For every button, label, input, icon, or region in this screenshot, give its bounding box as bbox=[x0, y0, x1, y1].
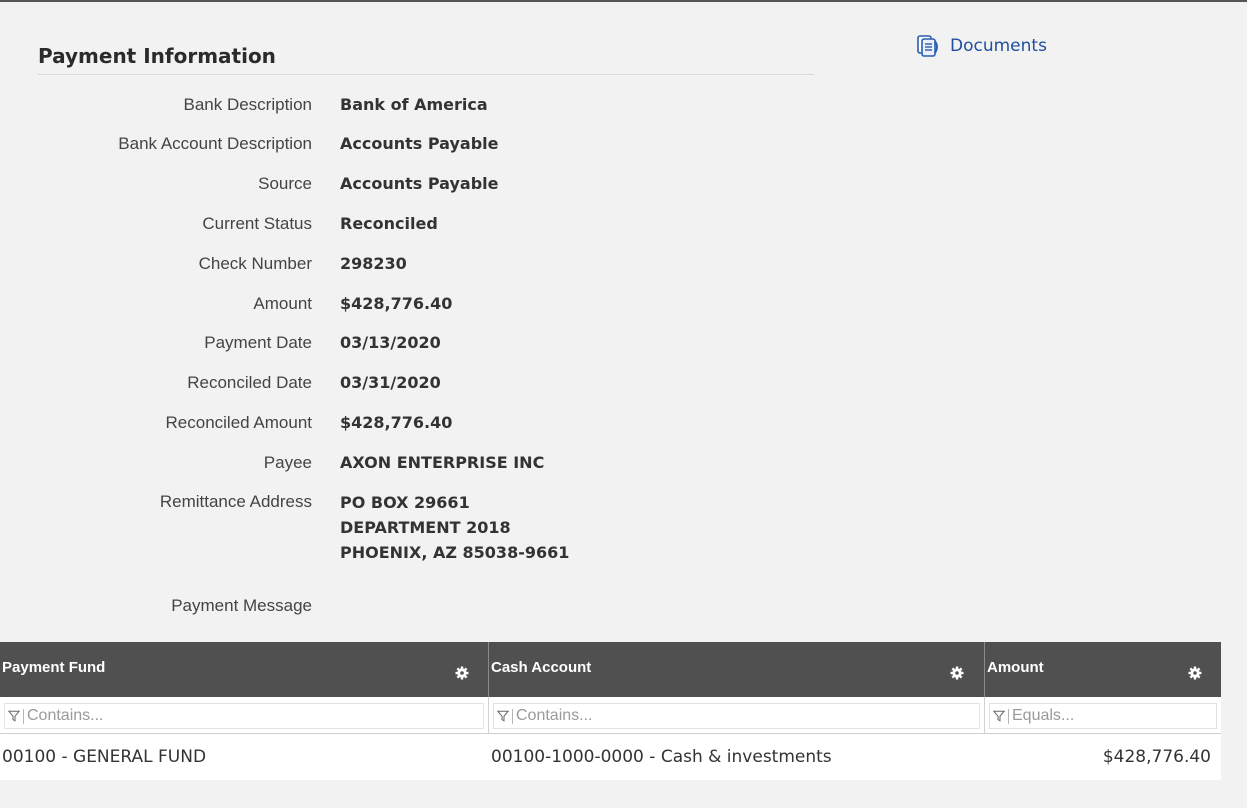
filter-input-payment-fund[interactable]: Contains... bbox=[4, 703, 484, 729]
filter-input-cash-account[interactable]: Contains... bbox=[493, 703, 980, 729]
field-value: 03/13/2020 bbox=[340, 333, 441, 352]
column-header-label: Payment Fund bbox=[2, 659, 106, 676]
filter-placeholder: Equals... bbox=[1012, 707, 1075, 724]
field-label: Remittance Address bbox=[159, 492, 312, 511]
field-value: Accounts Payable bbox=[340, 134, 499, 153]
field-label: Current Status bbox=[202, 214, 312, 233]
field-label: Check Number bbox=[198, 254, 312, 273]
field-row-current-status: Current Status Reconciled bbox=[0, 210, 900, 238]
filter-cell-payment-fund: Contains... bbox=[0, 697, 489, 733]
filter-placeholder: Contains... bbox=[516, 707, 593, 724]
filter-funnel-icon bbox=[497, 710, 509, 722]
cell-amount: $428,776.40 bbox=[1102, 747, 1211, 767]
documents-label: Documents bbox=[950, 36, 1047, 56]
field-value: $428,776.40 bbox=[340, 413, 453, 432]
filter-cell-cash-account: Contains... bbox=[489, 697, 985, 733]
documents-icon bbox=[916, 35, 940, 57]
column-header-label: Amount bbox=[987, 659, 1044, 676]
address-line: DEPARTMENT 2018 bbox=[340, 518, 511, 537]
field-row-remittance-address: Remittance Address PO BOX 29661 DEPARTME… bbox=[0, 488, 900, 578]
filter-input-amount[interactable]: Equals... bbox=[989, 703, 1217, 729]
filter-funnel-icon bbox=[8, 710, 20, 722]
field-label: Payment Message bbox=[171, 596, 312, 615]
column-header-payment-fund[interactable]: Payment Fund bbox=[0, 642, 489, 697]
table-row[interactable]: 00100 - GENERAL FUND 00100-1000-0000 - C… bbox=[0, 734, 1221, 780]
filter-cell-amount: Equals... bbox=[985, 697, 1221, 733]
field-value: Accounts Payable bbox=[340, 174, 499, 193]
field-row-source: Source Accounts Payable bbox=[0, 170, 900, 198]
filter-placeholder: Contains... bbox=[27, 707, 104, 724]
field-value: 298230 bbox=[340, 254, 407, 273]
gear-icon[interactable] bbox=[950, 666, 964, 680]
field-value: Bank of America bbox=[340, 95, 488, 114]
filter-row: Contains... Contains... Equals... bbox=[0, 697, 1221, 734]
field-label: Reconciled Date bbox=[187, 373, 312, 392]
field-row-payment-message: Payment Message bbox=[0, 592, 900, 620]
field-value: 03/31/2020 bbox=[340, 373, 441, 392]
cell-payment-fund: 00100 - GENERAL FUND bbox=[2, 747, 207, 767]
field-label: Amount bbox=[253, 294, 312, 313]
field-label: Payment Date bbox=[204, 333, 312, 352]
field-row-check-number: Check Number 298230 bbox=[0, 250, 900, 278]
grid-header: Payment Fund Cash Account Amount bbox=[0, 642, 1221, 697]
field-value: Reconciled bbox=[340, 214, 438, 233]
column-header-cash-account[interactable]: Cash Account bbox=[489, 642, 985, 697]
field-label: Source bbox=[258, 174, 312, 193]
field-label: Reconciled Amount bbox=[165, 413, 312, 432]
top-border bbox=[0, 0, 1247, 2]
field-row-bank-account-description: Bank Account Description Accounts Payabl… bbox=[0, 130, 900, 158]
field-row-reconciled-date: Reconciled Date 03/31/2020 bbox=[0, 369, 900, 397]
field-label: Bank Description bbox=[183, 95, 312, 114]
field-row-reconciled-amount: Reconciled Amount $428,776.40 bbox=[0, 409, 900, 437]
cell-cash-account: 00100-1000-0000 - Cash & investments bbox=[491, 747, 832, 767]
field-row-payee: Payee AXON ENTERPRISE INC bbox=[0, 449, 900, 477]
address-line: PHOENIX, AZ 85038-9661 bbox=[340, 543, 570, 562]
gear-icon[interactable] bbox=[1188, 666, 1202, 680]
address-line: PO BOX 29661 bbox=[340, 493, 470, 512]
remittance-address-value: PO BOX 29661 DEPARTMENT 2018 PHOENIX, AZ… bbox=[340, 490, 569, 565]
field-value: $428,776.40 bbox=[340, 294, 453, 313]
column-header-amount[interactable]: Amount bbox=[985, 642, 1221, 697]
field-label: Bank Account Description bbox=[118, 134, 312, 153]
gear-icon[interactable] bbox=[455, 666, 469, 680]
field-value: AXON ENTERPRISE INC bbox=[340, 453, 545, 472]
field-label: Payee bbox=[263, 453, 312, 472]
column-header-label: Cash Account bbox=[491, 659, 592, 676]
field-row-bank-description: Bank Description Bank of America bbox=[0, 91, 900, 119]
documents-link[interactable]: Documents bbox=[916, 35, 1047, 57]
field-row-amount: Amount $428,776.40 bbox=[0, 290, 900, 318]
field-row-payment-date: Payment Date 03/13/2020 bbox=[0, 329, 900, 357]
section-title: Payment Information bbox=[38, 44, 814, 75]
filter-funnel-icon bbox=[993, 710, 1005, 722]
